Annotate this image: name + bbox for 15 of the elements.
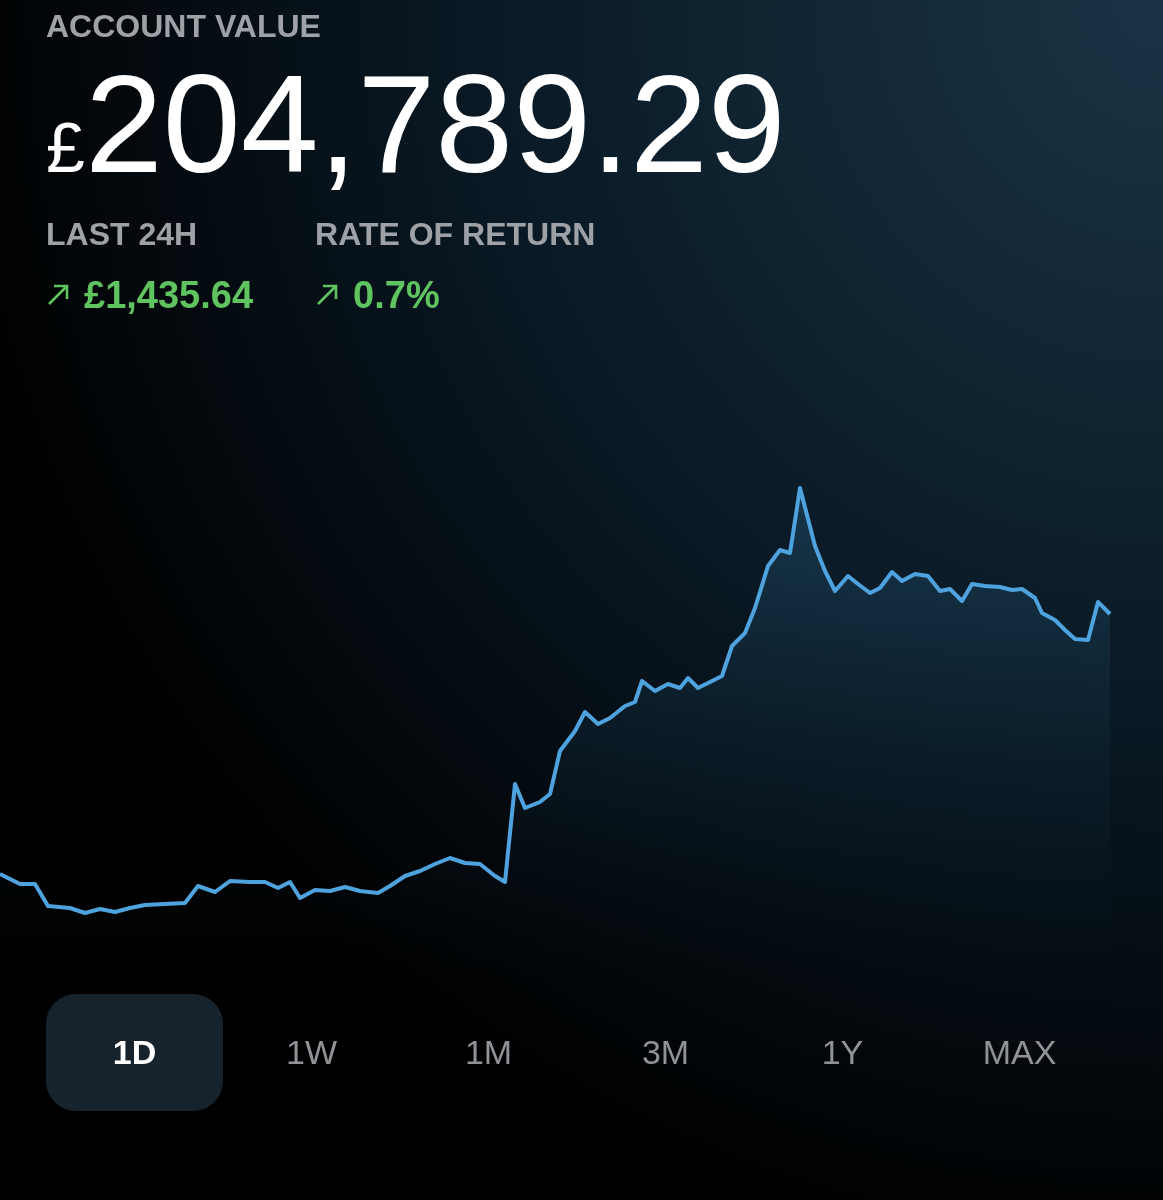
arrow-icon [315, 283, 340, 307]
range-tab[interactable]: 1W [223, 994, 400, 1111]
metric-label: RATE OF RETURN [315, 216, 596, 252]
arrow-icon [46, 283, 70, 307]
metric-value: £1,435.64 [84, 274, 254, 316]
range-tab[interactable]: 1Y [754, 994, 931, 1111]
metric-label: LAST 24H [46, 216, 198, 252]
account-value: 204,789.29 [84, 54, 786, 194]
range-tab[interactable]: MAX [931, 994, 1108, 1111]
section-label: ACCOUNT VALUE [46, 7, 321, 46]
metric-value: 0.7% [353, 274, 440, 316]
range-tab[interactable]: 1D [46, 994, 223, 1111]
range-tab[interactable]: 1M [400, 994, 577, 1111]
currency-symbol: £ [46, 113, 85, 183]
range-tab[interactable]: 3M [577, 994, 754, 1111]
